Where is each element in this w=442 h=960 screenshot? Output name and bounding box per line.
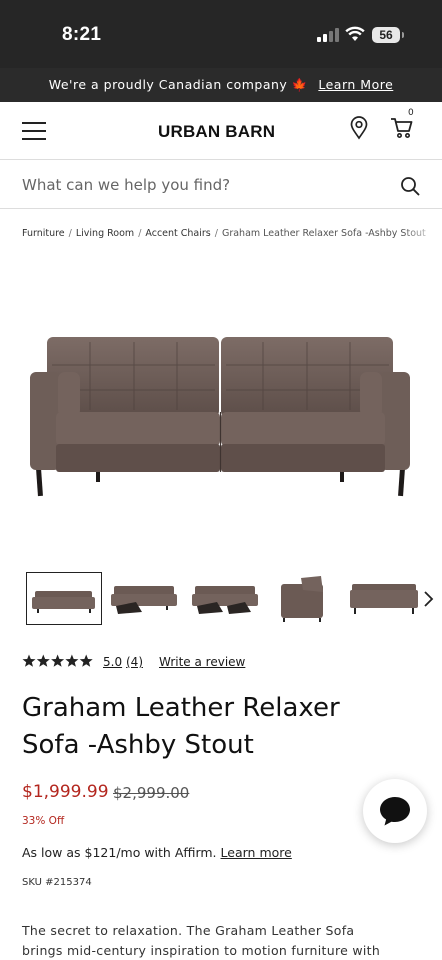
- write-review-link[interactable]: Write a review: [159, 655, 245, 669]
- cell-signal-icon: [317, 28, 339, 42]
- cart-count-badge: 0: [408, 108, 414, 118]
- site-logo[interactable]: URBAN BARN: [158, 122, 275, 142]
- promo-learn-more-link[interactable]: Learn More: [318, 77, 393, 92]
- status-bar: 8:21 56: [0, 0, 442, 68]
- product-original-price: $2,999.00: [113, 784, 190, 802]
- chevron-right-icon[interactable]: [422, 590, 434, 608]
- thumbnail-3[interactable]: [187, 572, 263, 625]
- product-main-image: [30, 337, 410, 497]
- breadcrumb-item-furniture[interactable]: Furniture: [22, 228, 65, 239]
- breadcrumb-item-living-room[interactable]: Living Room: [76, 228, 134, 239]
- thumbnail-1[interactable]: [26, 572, 102, 625]
- thumbnail-4[interactable]: [269, 572, 345, 625]
- thumbnail-5[interactable]: [346, 572, 422, 625]
- search-bar: [0, 161, 442, 209]
- affirm-prefix: As low as: [22, 845, 81, 860]
- wifi-icon: [345, 26, 365, 41]
- review-count-link[interactable]: (4): [126, 655, 143, 669]
- affirm-learn-more-link[interactable]: Learn more: [221, 845, 292, 860]
- menu-icon[interactable]: [22, 120, 46, 142]
- affirm-financing: As low as $121/mo with Affirm. Learn mor…: [22, 845, 292, 860]
- location-pin-icon[interactable]: [349, 116, 369, 140]
- search-icon[interactable]: [400, 176, 420, 196]
- rating-score-link[interactable]: 5.0: [103, 655, 122, 669]
- breadcrumb-fade: [402, 222, 442, 242]
- cart-icon[interactable]: [390, 116, 414, 140]
- breadcrumb-item-accent-chairs[interactable]: Accent Chairs: [145, 228, 210, 239]
- product-description: The secret to relaxation. The Graham Lea…: [22, 921, 442, 960]
- discount-badge: 33% Off: [22, 815, 65, 827]
- affirm-amount: $121: [84, 845, 117, 860]
- thumbnail-2[interactable]: [106, 572, 182, 625]
- status-time: 8:21: [62, 24, 102, 45]
- promo-banner: We're a proudly Canadian company 🍁 Learn…: [0, 68, 442, 102]
- description-line-1: The secret to relaxation. The Graham Lea…: [22, 923, 355, 938]
- site-header: URBAN BARN 0: [0, 102, 442, 160]
- description-line-2: brings mid-century inspiration to motion…: [22, 943, 381, 958]
- promo-text: We're a proudly Canadian company: [48, 77, 288, 92]
- affirm-suffix: /mo with Affirm.: [116, 845, 217, 860]
- battery-indicator: 56: [372, 27, 404, 43]
- maple-leaf-icon: 🍁: [291, 77, 308, 92]
- breadcrumb-item-current: Graham Leather Relaxer Sofa -Ashby Stout: [221, 228, 426, 239]
- product-sku: SKU #215374: [22, 877, 92, 888]
- product-title: Graham Leather Relaxer Sofa -Ashby Stout: [22, 693, 340, 760]
- search-input[interactable]: [22, 171, 382, 199]
- product-price: $1,999.99: [22, 782, 109, 802]
- star-rating-icon: [22, 654, 93, 667]
- breadcrumb: Furniture / Living Room / Accent Chairs / Grah…: [22, 228, 426, 239]
- chat-icon: [380, 797, 410, 826]
- chat-button[interactable]: [363, 779, 427, 843]
- thumbnail-strip: [22, 572, 442, 626]
